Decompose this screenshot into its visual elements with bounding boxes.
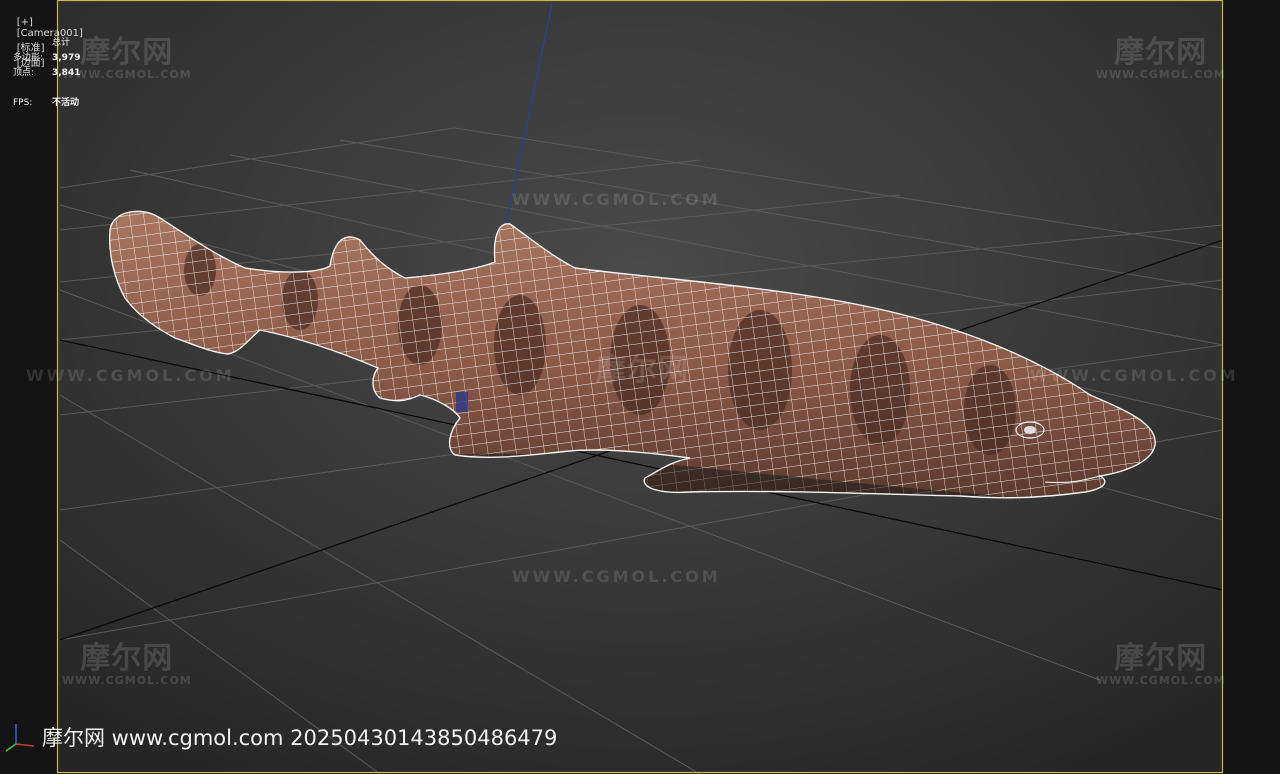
vertices-label: 顶点: — [13, 68, 35, 78]
camera-viewport[interactable]: [+] [Camera001] [标准] [边面] 总计 多边形: 3,979 … — [0, 0, 1280, 774]
watermark-url: WWW.CGMOL.COM — [512, 567, 721, 586]
polygons-label: 多边形: — [13, 53, 44, 63]
viewport-plus-menu[interactable]: [+] — [17, 17, 33, 28]
polygons-value: 3,979 — [52, 53, 81, 63]
viewport-scene[interactable] — [0, 0, 1280, 774]
watermark-url: WWW.CGMOL.COM — [512, 190, 721, 209]
stats-total-label: 总计 — [52, 38, 71, 48]
bottom-watermark: 摩尔网 www.cgmol.com 20250430143850486479 — [42, 726, 558, 750]
axis-tripod-icon — [5, 724, 35, 752]
vertices-value: 3,841 — [52, 68, 81, 78]
watermark-url: WWW.CGMOL.COM — [1030, 366, 1239, 385]
fps-label: FPS: — [13, 98, 33, 108]
fps-value: 不活动 — [52, 98, 80, 108]
statistics-panel: 总计 多边形: 3,979 顶点: 3,841 FPS: 不活动 — [13, 36, 80, 111]
watermark-url: WWW.CGMOL.COM — [26, 366, 235, 385]
